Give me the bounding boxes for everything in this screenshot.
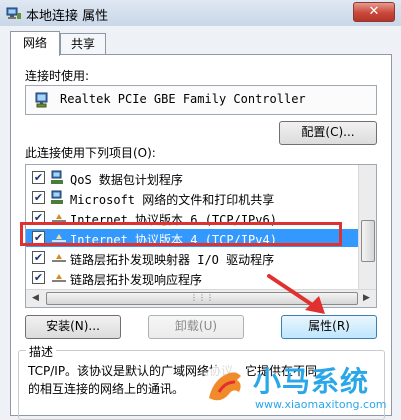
item-checkbox[interactable]: ✔ [32, 271, 45, 284]
network-adapter-icon [6, 7, 21, 19]
network-client-icon [51, 170, 63, 184]
properties-button[interactable]: 属性(R) [281, 315, 377, 339]
vertical-scrollbar[interactable] [358, 165, 376, 290]
watermark-brand: 小马系统 [253, 365, 370, 398]
list-item-lltd-mapper[interactable]: ✔ 链路层拓扑发现映射器 I/O 驱动程序 [26, 249, 358, 267]
network-client-icon [51, 190, 63, 204]
watermark-url: www.xiaomaxitong.com [255, 398, 387, 411]
close-button[interactable]: ✕ [353, 2, 395, 22]
item-checkbox[interactable]: ✔ [32, 251, 45, 264]
annotation-arrow-icon [267, 274, 325, 314]
vertical-scroll-thumb[interactable] [361, 220, 375, 262]
connect-using-label: 连接时使用: [25, 69, 90, 83]
item-label: 链路层拓扑发现响应程序 [70, 273, 203, 287]
horse-logo-icon [202, 364, 248, 410]
description-title: 描述 [26, 343, 57, 360]
adapter-name: Realtek PCIe GBE Family Controller [60, 92, 306, 106]
tab-sharing[interactable]: 共享 [60, 33, 106, 54]
scroll-right-arrow-icon[interactable]: ▶ [359, 291, 374, 306]
window-title: 本地连接 属性 [26, 9, 109, 24]
tab-network[interactable]: 网络 [10, 31, 60, 56]
item-label: 链路层拓扑发现映射器 I/O 驱动程序 [70, 253, 275, 267]
item-label: Microsoft 网络的文件和打印机共享 [70, 193, 275, 207]
protocol-icon [52, 274, 66, 282]
properties-dialog: 本地连接 属性 ✕ 网络 共享 连接时使用: Realtek PCIe GBE … [0, 0, 401, 420]
configure-button[interactable]: 配置(C)... [279, 121, 377, 145]
network-card-icon [35, 92, 48, 108]
annotation-highlight-box [20, 222, 342, 246]
item-checkbox[interactable]: ✔ [32, 191, 45, 204]
install-button[interactable]: 安装(N)... [25, 315, 121, 339]
uninstall-button: 卸载(U) [148, 315, 244, 339]
items-label: 此连接使用下列项目(O): [25, 146, 156, 160]
adapter-field: Realtek PCIe GBE Family Controller [25, 85, 377, 115]
list-item-file-sharing[interactable]: ✔ Microsoft 网络的文件和打印机共享 [26, 189, 358, 207]
scroll-left-arrow-icon[interactable]: ◀ [28, 291, 43, 306]
item-label: QoS 数据包计划程序 [70, 173, 183, 187]
title-bar: 本地连接 属性 ✕ [0, 0, 401, 26]
item-checkbox[interactable]: ✔ [32, 171, 45, 184]
list-item-qos[interactable]: ✔ QoS 数据包计划程序 [26, 169, 358, 187]
watermark: 小马系统 www.xiaomaxitong.com [195, 358, 400, 418]
protocol-icon [52, 254, 66, 262]
